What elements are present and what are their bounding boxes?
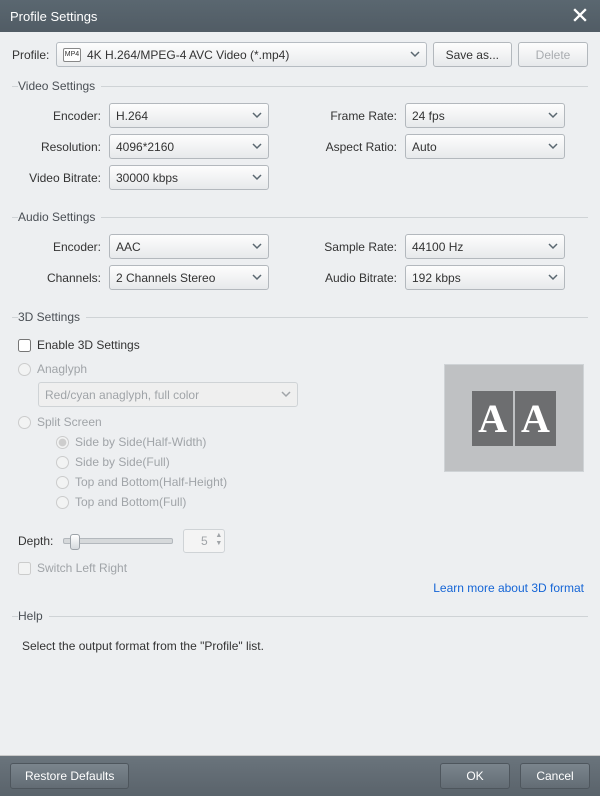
- video-bitrate-dropdown[interactable]: 30000 kbps: [109, 165, 269, 190]
- chevron-down-icon: [410, 48, 420, 62]
- depth-slider[interactable]: [63, 538, 173, 544]
- split-screen-label: Split Screen: [37, 415, 102, 429]
- sample-rate-label: Sample Rate:: [319, 240, 399, 254]
- mp4-icon: MP4: [63, 48, 81, 62]
- chevron-down-icon: [548, 109, 558, 123]
- switch-lr-label: Switch Left Right: [37, 561, 127, 575]
- anaglyph-value: Red/cyan anaglyph, full color: [45, 388, 275, 402]
- slider-thumb[interactable]: [70, 534, 80, 550]
- restore-defaults-button[interactable]: Restore Defaults: [10, 763, 129, 789]
- 3d-settings-group: 3D Settings Enable 3D Settings Anaglyph …: [12, 310, 588, 595]
- enable-3d-label: Enable 3D Settings: [37, 338, 140, 352]
- sbs-full-label: Side by Side(Full): [75, 455, 170, 469]
- tb-full-label: Top and Bottom(Full): [75, 495, 186, 509]
- help-group: Help Select the output format from the "…: [12, 609, 588, 653]
- aspect-value: Auto: [412, 140, 542, 154]
- audio-bitrate-value: 192 kbps: [412, 271, 542, 285]
- aspect-label: Aspect Ratio:: [319, 140, 399, 154]
- help-text: Select the output format from the "Profi…: [22, 639, 588, 653]
- close-icon: [573, 8, 587, 25]
- profile-selected: 4K H.264/MPEG-4 AVC Video (*.mp4): [87, 48, 404, 62]
- profile-label: Profile:: [12, 48, 50, 62]
- framerate-value: 24 fps: [412, 109, 542, 123]
- switch-lr-checkbox: Switch Left Right: [18, 561, 588, 575]
- depth-label: Depth:: [18, 534, 53, 548]
- window-title: Profile Settings: [10, 9, 570, 24]
- tb-half-radio: Top and Bottom(Half-Height): [56, 475, 444, 489]
- resolution-dropdown[interactable]: 4096*2160: [109, 134, 269, 159]
- video-encoder-value: H.264: [116, 109, 246, 123]
- sbs-half-radio: Side by Side(Half-Width): [56, 435, 444, 449]
- chevron-down-icon: [252, 271, 262, 285]
- audio-bitrate-label: Audio Bitrate:: [319, 271, 399, 285]
- chevron-down-icon: [548, 271, 558, 285]
- spinner-arrows: ▲▼: [215, 532, 222, 547]
- aa-icon: AA: [472, 391, 556, 446]
- sbs-full-radio: Side by Side(Full): [56, 455, 444, 469]
- profile-row: Profile: MP4 4K H.264/MPEG-4 AVC Video (…: [12, 42, 588, 67]
- video-settings-group: Video Settings Encoder: H.264 Frame Rate…: [12, 79, 588, 196]
- audio-bitrate-dropdown[interactable]: 192 kbps: [405, 265, 565, 290]
- tb-half-label: Top and Bottom(Half-Height): [75, 475, 227, 489]
- anaglyph-label: Anaglyph: [37, 362, 87, 376]
- chevron-down-icon: [252, 171, 262, 185]
- tb-full-radio-input: [56, 496, 69, 509]
- video-bitrate-label: Video Bitrate:: [18, 171, 103, 185]
- help-legend: Help: [18, 609, 49, 623]
- chevron-down-icon: [281, 388, 291, 402]
- sbs-half-label: Side by Side(Half-Width): [75, 435, 206, 449]
- anaglyph-radio-input: [18, 363, 31, 376]
- channels-value: 2 Channels Stereo: [116, 271, 246, 285]
- chevron-down-icon: [252, 109, 262, 123]
- video-encoder-label: Encoder:: [18, 109, 103, 123]
- 3d-legend: 3D Settings: [18, 310, 86, 324]
- tb-full-radio: Top and Bottom(Full): [56, 495, 444, 509]
- audio-encoder-dropdown[interactable]: AAC: [109, 234, 269, 259]
- depth-spinner: 5 ▲▼: [183, 529, 225, 553]
- learn-more-3d-link[interactable]: Learn more about 3D format: [433, 581, 584, 595]
- resolution-value: 4096*2160: [116, 140, 246, 154]
- video-bitrate-value: 30000 kbps: [116, 171, 246, 185]
- channels-dropdown[interactable]: 2 Channels Stereo: [109, 265, 269, 290]
- chevron-down-icon: [548, 140, 558, 154]
- delete-button: Delete: [518, 42, 588, 67]
- resolution-label: Resolution:: [18, 140, 103, 154]
- ok-button[interactable]: OK: [440, 763, 510, 789]
- 3d-preview: AA: [444, 364, 584, 472]
- profile-dropdown[interactable]: MP4 4K H.264/MPEG-4 AVC Video (*.mp4): [56, 42, 427, 67]
- enable-3d-input[interactable]: [18, 339, 31, 352]
- footer: Restore Defaults OK Cancel: [0, 756, 600, 796]
- content-area: Profile: MP4 4K H.264/MPEG-4 AVC Video (…: [0, 32, 600, 756]
- enable-3d-checkbox[interactable]: Enable 3D Settings: [18, 338, 588, 352]
- sbs-half-radio-input: [56, 436, 69, 449]
- audio-encoder-label: Encoder:: [18, 240, 103, 254]
- split-screen-radio-input: [18, 416, 31, 429]
- framerate-label: Frame Rate:: [319, 109, 399, 123]
- audio-legend: Audio Settings: [18, 210, 101, 224]
- sbs-full-radio-input: [56, 456, 69, 469]
- save-as-button[interactable]: Save as...: [433, 42, 512, 67]
- anaglyph-radio: Anaglyph: [18, 362, 444, 376]
- close-button[interactable]: [570, 6, 590, 26]
- audio-settings-group: Audio Settings Encoder: AAC Sample Rate:…: [12, 210, 588, 296]
- aspect-dropdown[interactable]: Auto: [405, 134, 565, 159]
- channels-label: Channels:: [18, 271, 103, 285]
- chevron-down-icon: [252, 140, 262, 154]
- framerate-dropdown[interactable]: 24 fps: [405, 103, 565, 128]
- chevron-down-icon: [548, 240, 558, 254]
- sample-rate-value: 44100 Hz: [412, 240, 542, 254]
- cancel-button[interactable]: Cancel: [520, 763, 590, 789]
- chevron-down-icon: [252, 240, 262, 254]
- video-legend: Video Settings: [18, 79, 101, 93]
- tb-half-radio-input: [56, 476, 69, 489]
- sample-rate-dropdown[interactable]: 44100 Hz: [405, 234, 565, 259]
- depth-value: 5: [201, 534, 208, 548]
- titlebar: Profile Settings: [0, 0, 600, 32]
- anaglyph-dropdown: Red/cyan anaglyph, full color: [38, 382, 298, 407]
- audio-encoder-value: AAC: [116, 240, 246, 254]
- video-encoder-dropdown[interactable]: H.264: [109, 103, 269, 128]
- switch-lr-input: [18, 562, 31, 575]
- split-screen-radio: Split Screen: [18, 415, 444, 429]
